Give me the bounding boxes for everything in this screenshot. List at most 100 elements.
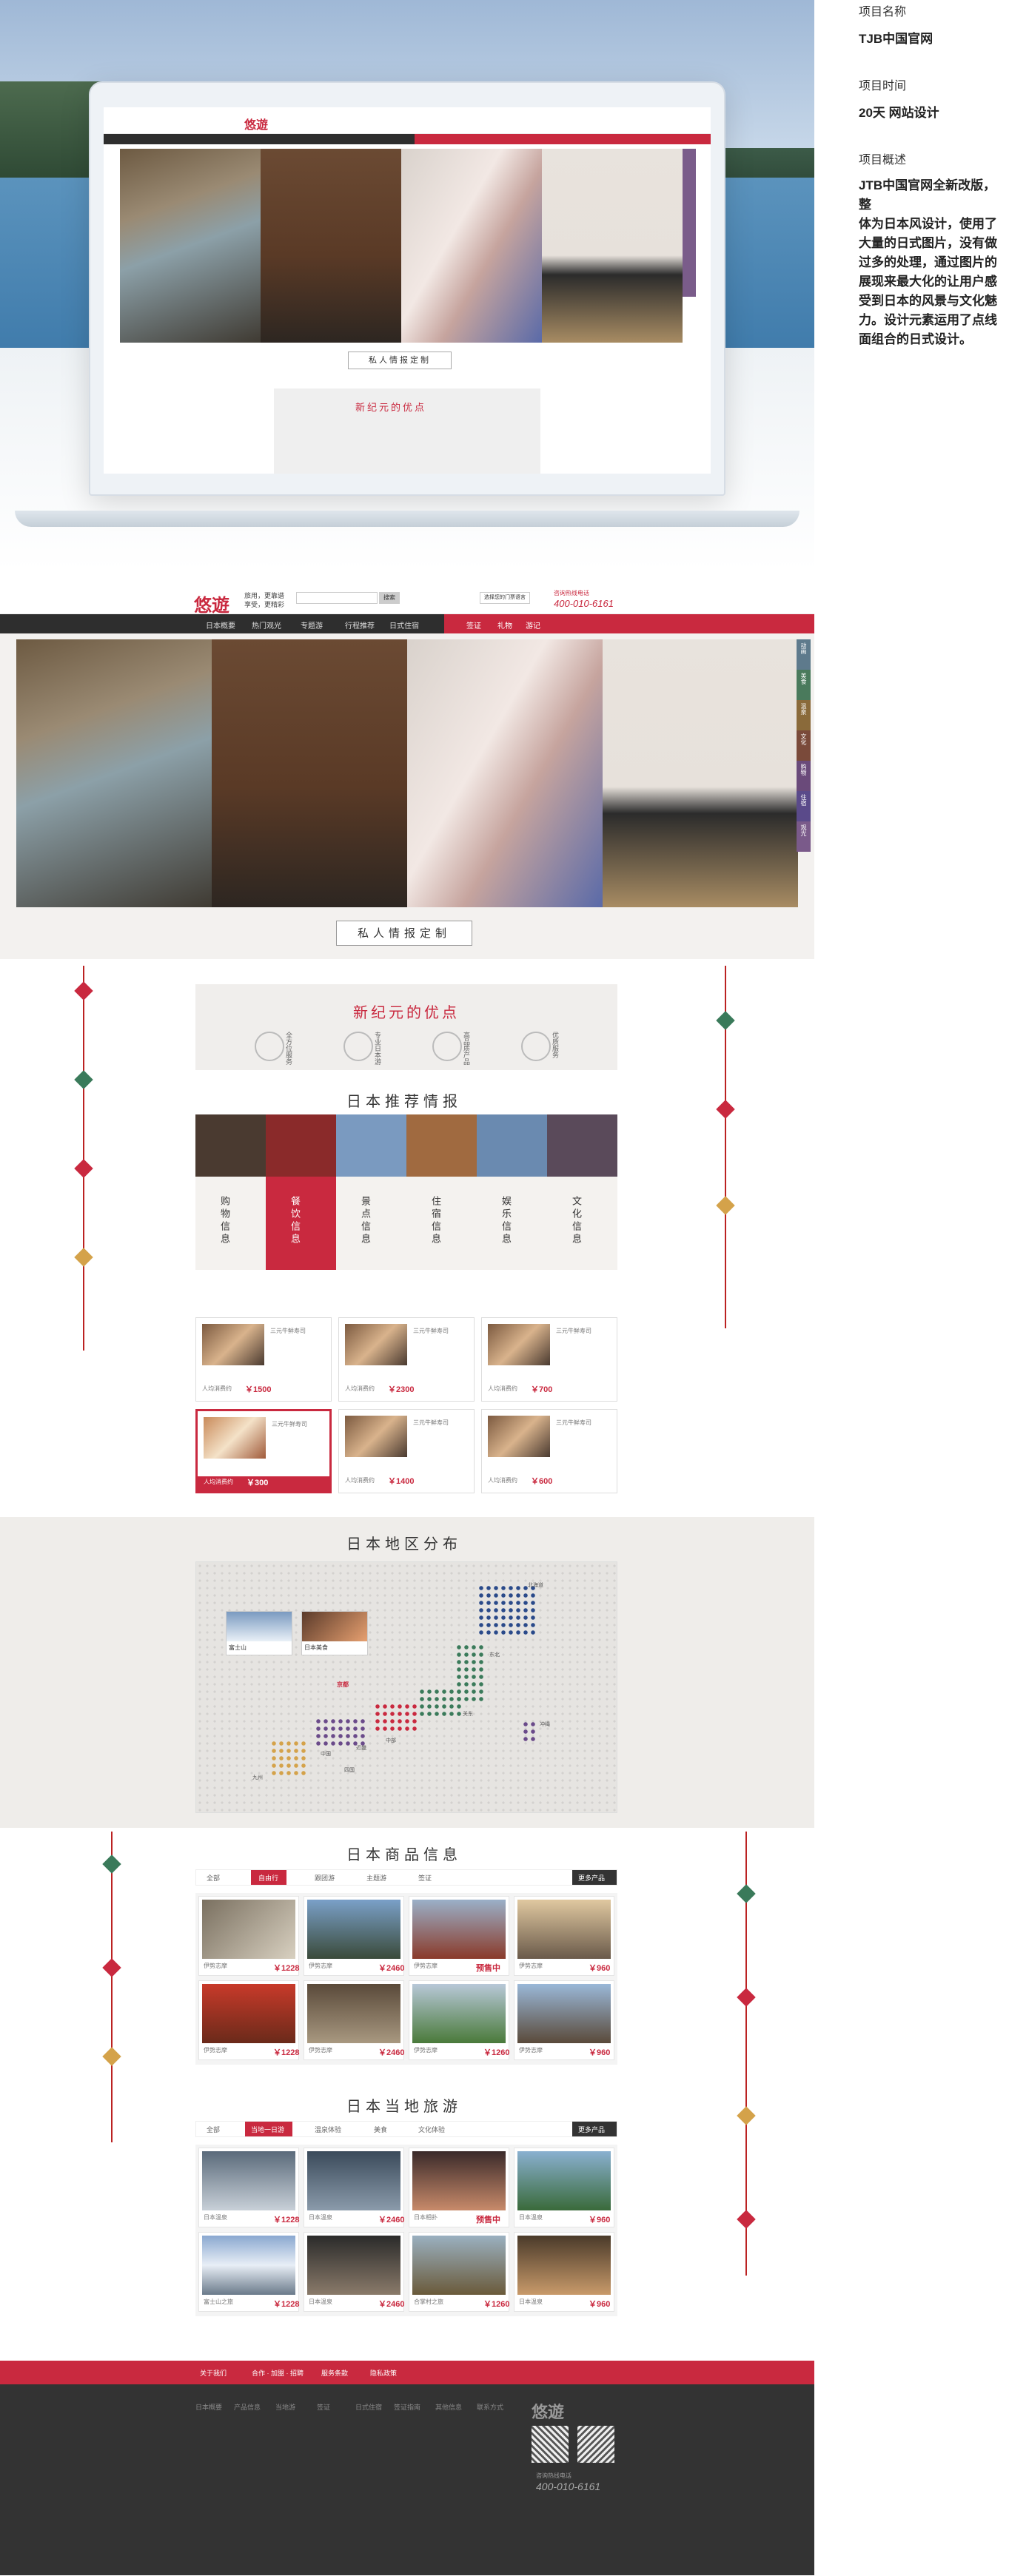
side-tab[interactable]: 购物	[797, 761, 811, 791]
map-card[interactable]: 富士山	[226, 1611, 292, 1655]
map-card[interactable]: 日本美食	[301, 1611, 368, 1655]
hero-photo-sushi[interactable]	[212, 639, 407, 907]
side-tab[interactable]: 动画	[797, 639, 811, 670]
local-card[interactable]: 日本温泉 ￥2460	[304, 2232, 404, 2312]
tab[interactable]: 签证	[418, 1873, 432, 1883]
footer: 日本概要 产品信息 当地游 签证 日式住宿 签证指南 其他信息 联系方式 悠遊 …	[0, 2384, 814, 2575]
footer-column[interactable]: 联系方式	[477, 2402, 503, 2412]
footer-link[interactable]: 合作 · 加盟 · 招聘	[252, 2368, 304, 2378]
tab[interactable]: 主题游	[366, 1873, 386, 1883]
category-card[interactable]: 娱乐信息	[477, 1114, 547, 1270]
footer-link[interactable]: 服务条款	[321, 2368, 348, 2378]
local-card[interactable]: 富士山之旅 ￥1228	[198, 2232, 299, 2312]
food-card[interactable]: 三元牛鲜寿司 人均消费约 ￥1500	[195, 1317, 332, 1402]
products-grid: 伊势志摩 ￥1228 伊势志摩 ￥2460 伊势志摩 预售中 伊势志摩 ￥960 伊势志…	[195, 1893, 617, 2065]
region-chugoku[interactable]	[315, 1718, 366, 1747]
food-card[interactable]: 三元牛鲜寿司 人均消费约 ￥1400	[338, 1409, 475, 1493]
private-info-button[interactable]: 私人情报定制	[336, 921, 472, 946]
tab[interactable]: 跟团游	[315, 1873, 335, 1883]
footer-column[interactable]: 签证	[317, 2402, 330, 2412]
category-card[interactable]: 住宿信息	[406, 1114, 477, 1270]
tab[interactable]: 美食	[374, 2125, 387, 2134]
product-card[interactable]: 伊势志摩 ￥960	[514, 1896, 614, 1976]
category-card[interactable]: 文化信息	[547, 1114, 617, 1270]
nav-item[interactable]: 专题游	[301, 619, 323, 630]
tab[interactable]: 文化体验	[418, 2125, 445, 2134]
category-card[interactable]: 购物信息	[195, 1114, 266, 1270]
lang-button[interactable]: 选择您的门票语言	[480, 592, 530, 604]
project-desc-label: 项目概述	[859, 154, 907, 167]
side-tab[interactable]: 温泉	[797, 700, 811, 730]
tab[interactable]: 全部	[207, 2125, 220, 2134]
product-card[interactable]: 伊势志摩 ￥1228	[198, 1980, 299, 2060]
nav-item[interactable]: 热门观光	[252, 619, 281, 630]
hero-photo-castle[interactable]	[603, 639, 798, 907]
footer-column[interactable]: 产品信息	[234, 2402, 261, 2412]
region-okinawa[interactable]	[522, 1721, 537, 1743]
nav-item[interactable]: 行程推荐	[345, 619, 375, 630]
map-title: 日本地区分布	[346, 1535, 462, 1553]
footer-column[interactable]: 日本概要	[195, 2402, 222, 2412]
project-time-value: 20天 网站设计	[859, 106, 939, 120]
search-button[interactable]: 搜索	[379, 592, 400, 604]
mini-advantages-title: 新纪元的优点	[355, 403, 427, 414]
search-input[interactable]	[296, 592, 378, 604]
map-highlight-label: 京都	[337, 1681, 349, 1688]
region-kinki[interactable]	[374, 1703, 418, 1732]
hero-photo-onsen[interactable]	[16, 639, 212, 907]
food-card[interactable]: 三元牛鲜寿司 人均消费约 ￥600	[481, 1409, 617, 1493]
footer-hotline-label: 咨询热线电话	[536, 2472, 571, 2479]
site-logo[interactable]: 悠遊	[194, 591, 229, 616]
local-card[interactable]: 合掌村之旅 ￥1260	[409, 2232, 509, 2312]
side-tab[interactable]: 观光	[797, 821, 811, 852]
footer-column[interactable]: 当地游	[275, 2402, 295, 2412]
nav-item[interactable]: 礼物	[497, 619, 512, 630]
product-card[interactable]: 伊势志摩 预售中	[409, 1896, 509, 1976]
advantage-item: 专业日本游	[374, 1032, 381, 1065]
hero-photo-geisha[interactable]	[407, 639, 603, 907]
nav-item[interactable]: 日式住宿	[389, 619, 419, 630]
product-card[interactable]: 伊势志摩 ￥1260	[409, 1980, 509, 2060]
food-card[interactable]: 三元牛鲜寿司 人均消费约 ￥2300	[338, 1317, 475, 1402]
product-card[interactable]: 伊势志摩 ￥960	[514, 1980, 614, 2060]
category-card-active[interactable]: 餐饮信息	[266, 1114, 336, 1270]
nav-item[interactable]: 日本概要	[206, 619, 235, 630]
footer-column[interactable]: 日式住宿	[355, 2402, 382, 2412]
more-local-button[interactable]: 更多产品	[578, 2125, 605, 2134]
region-kanto[interactable]	[418, 1688, 463, 1718]
mini-banner-button[interactable]: 私人情报定制	[348, 352, 452, 369]
product-card[interactable]: 伊势志摩 ￥2460	[304, 1896, 404, 1976]
tab-active[interactable]: 当地一日游	[251, 2125, 284, 2134]
local-card[interactable]: 日本温泉 ￥960	[514, 2148, 614, 2227]
nav-item[interactable]: 签证	[466, 619, 481, 630]
food-card-selected[interactable]: 三元牛鲜寿司 人均消费约 ￥300	[195, 1409, 332, 1493]
recommend-categories: 购物信息 餐饮信息 景点信息 住宿信息 娱乐信息 文化信息	[195, 1114, 617, 1270]
ornament	[716, 1196, 735, 1215]
product-card[interactable]: 伊势志摩 ￥2460	[304, 1980, 404, 2060]
footer-link[interactable]: 关于我们	[200, 2368, 227, 2378]
advantages-box: 新纪元的优点 全方位服务 专业日本游 高品质产品 优质服务	[195, 984, 617, 1070]
side-tab[interactable]: 文化	[797, 730, 811, 761]
laptop-base	[15, 511, 800, 527]
japan-map[interactable]: 富士山 日本美食 北海道 东北 关东 中部 近畿 中国 四国 九州 冲绳 京都	[195, 1561, 617, 1813]
footer-link[interactable]: 隐私政策	[370, 2368, 397, 2378]
category-card[interactable]: 景点信息	[336, 1114, 406, 1270]
product-card[interactable]: 伊势志摩 ￥1228	[198, 1896, 299, 1976]
footer-column[interactable]: 签证指南	[394, 2402, 420, 2412]
side-tab[interactable]: 住宿	[797, 791, 811, 821]
tab-active[interactable]: 自由行	[258, 1873, 278, 1883]
footer-column[interactable]: 其他信息	[435, 2402, 462, 2412]
local-card[interactable]: 日本相扑 预售中	[409, 2148, 509, 2227]
local-card[interactable]: 日本温泉 ￥2460	[304, 2148, 404, 2227]
tab[interactable]: 温泉体验	[315, 2125, 341, 2134]
more-products-button[interactable]: 更多产品	[578, 1873, 605, 1883]
local-card[interactable]: 日本温泉 ￥960	[514, 2232, 614, 2312]
region-kyushu[interactable]	[270, 1740, 307, 1777]
region-hokkaido[interactable]	[477, 1584, 537, 1636]
local-card[interactable]: 日本温泉 ￥1228	[198, 2148, 299, 2227]
side-tab[interactable]: 美食	[797, 670, 811, 700]
tab[interactable]: 全部	[207, 1873, 220, 1883]
food-card[interactable]: 三元牛鲜寿司 人均消费约 ￥700	[481, 1317, 617, 1402]
products-tabs: 全部 自由行 跟团游 主题游 签证 更多产品	[195, 1869, 617, 1886]
nav-item[interactable]: 游记	[526, 619, 540, 630]
